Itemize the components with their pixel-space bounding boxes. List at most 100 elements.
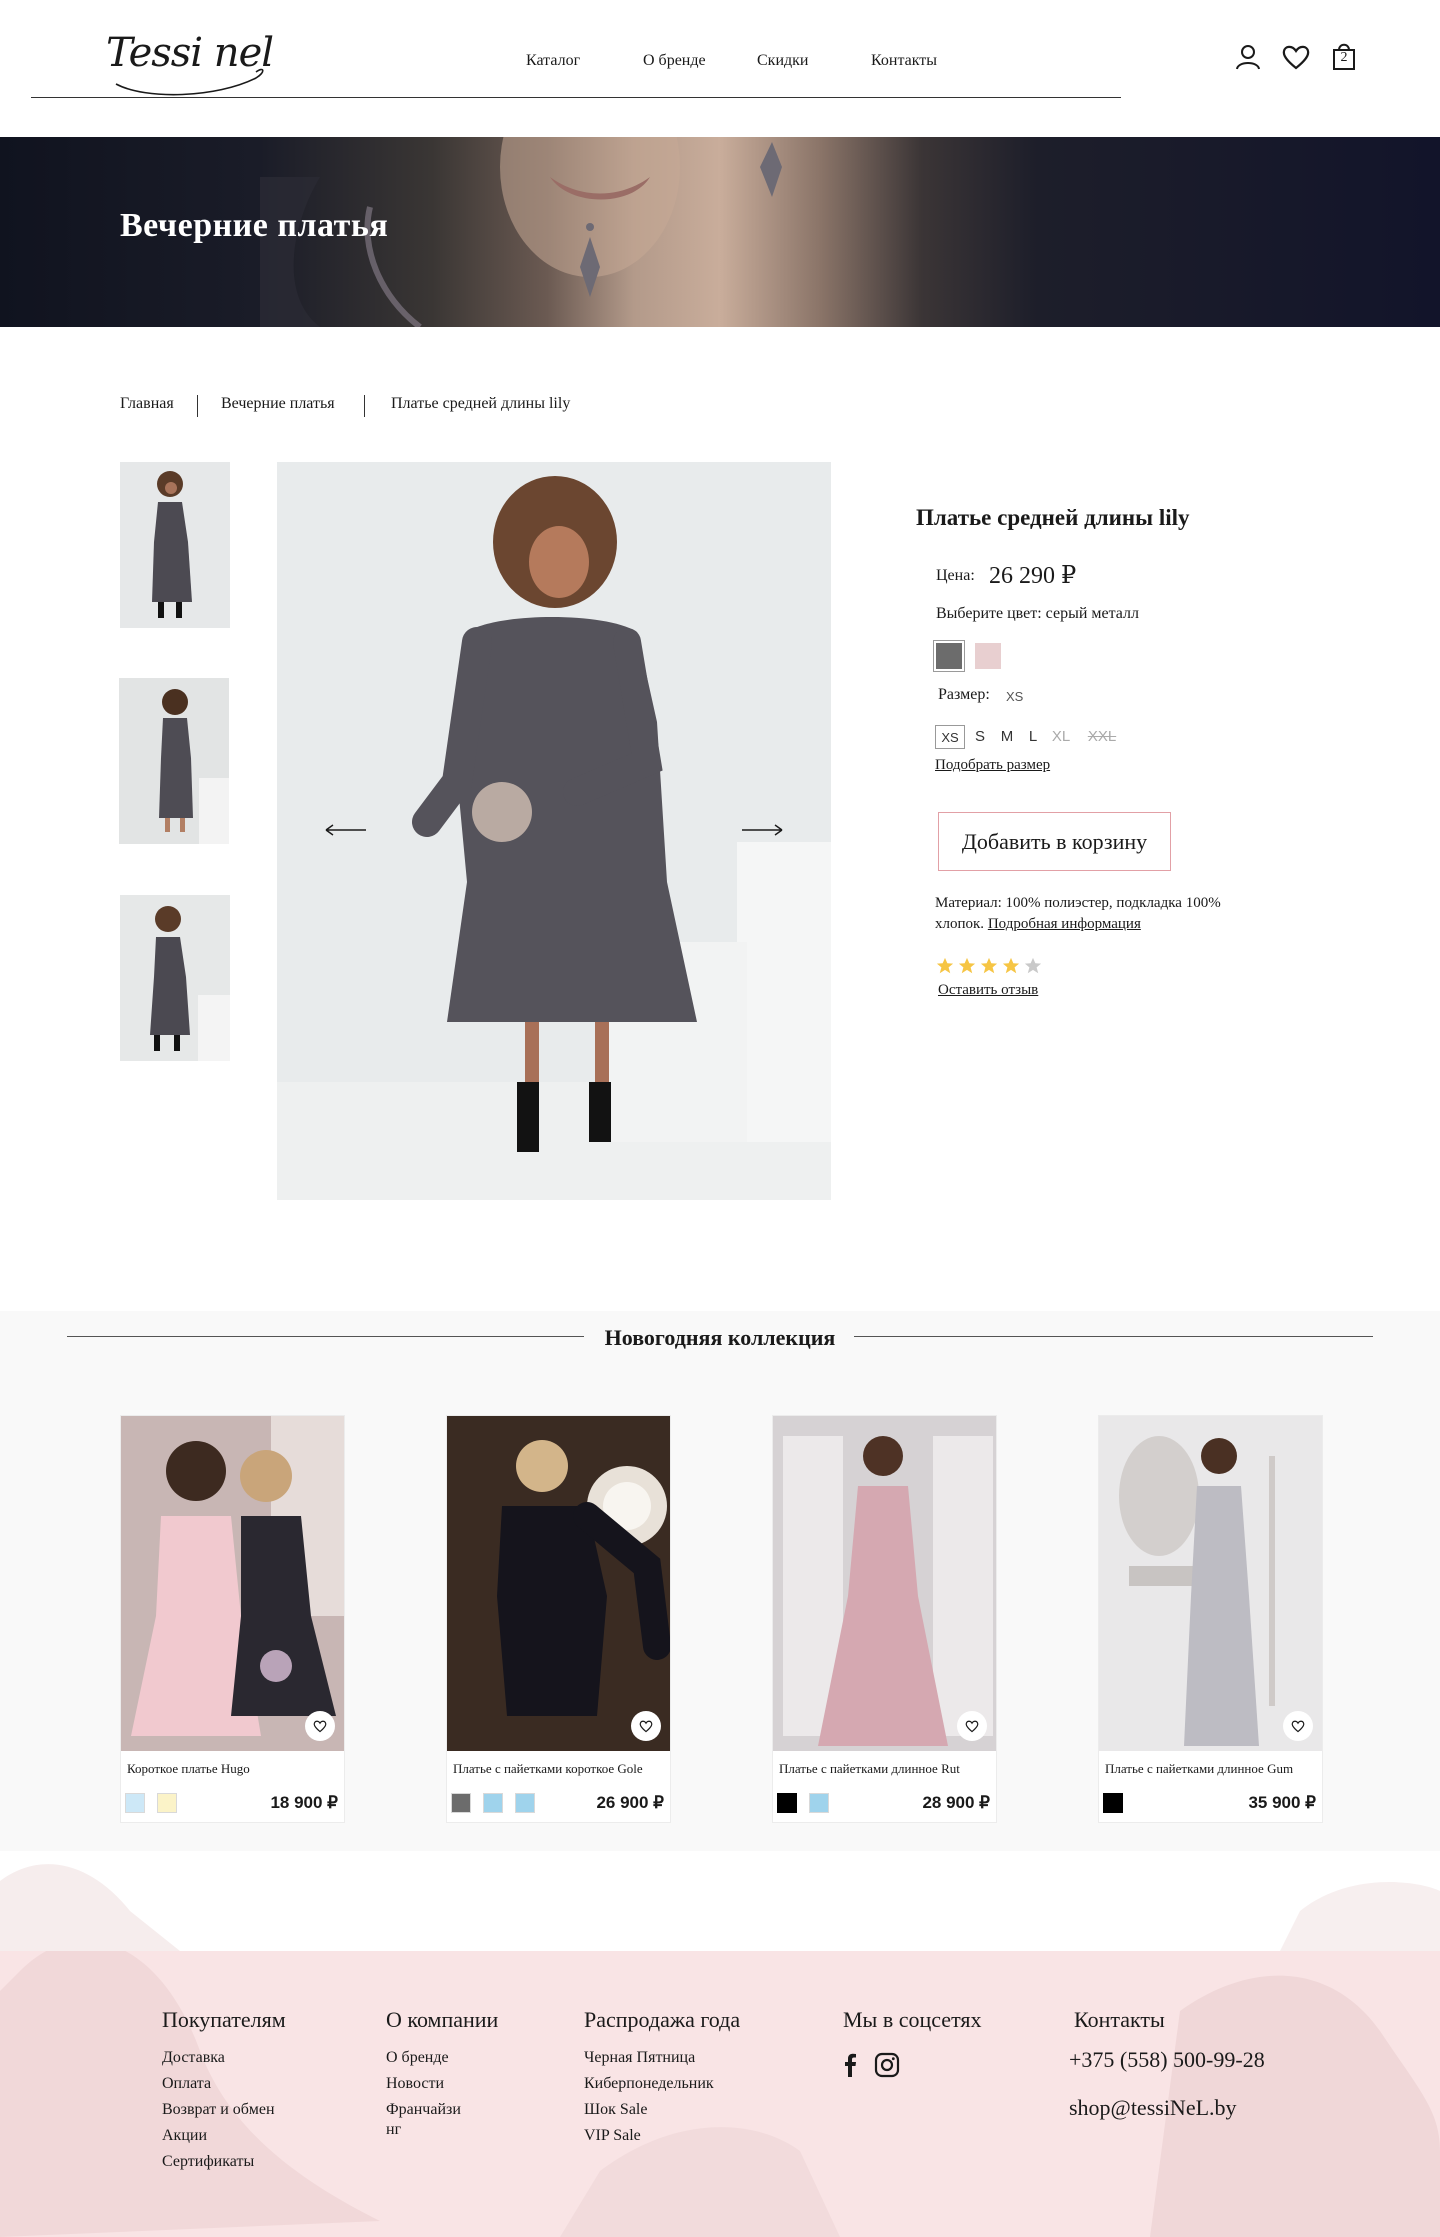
instagram-icon[interactable] [874,2052,900,2083]
size-selected-value: XS [1006,689,1024,704]
size-option-xs[interactable]: XS [935,725,965,749]
breadcrumb-current: Платье средней длины lily [391,395,571,412]
product-card-name[interactable]: Платье с пайетками длинное Gum [1105,1761,1293,1777]
star-icon[interactable] [1002,957,1020,975]
thumbnail-side[interactable] [120,895,230,1061]
footer-col-social: Мы в соцсетях [843,2007,982,2045]
product-card-image[interactable] [121,1416,344,1751]
size-option-l[interactable]: L [1027,725,1039,749]
product-price: 26 290 ₽ [989,563,1077,589]
size-guide-link[interactable]: Подобрать размер [935,757,1050,774]
star-icon[interactable] [958,957,976,975]
footer-link-certificates[interactable]: Сертификаты [162,2149,286,2175]
footer-link-black-friday[interactable]: Черная Пятница [584,2045,740,2071]
color-swatch[interactable] [515,1793,535,1813]
size-label: Размер: [938,686,990,703]
product-card-image[interactable] [773,1416,996,1751]
color-swatch[interactable] [483,1793,503,1813]
product-card[interactable]: Платье с пайетками длинное Rut 28 900 ₽ [772,1415,997,1823]
cart-icon[interactable]: 2 [1328,40,1360,74]
product-card-name[interactable]: Платье с пайетками короткое Gole [453,1761,643,1777]
footer-decoration [0,1851,1440,1951]
heart-icon[interactable] [1280,40,1312,74]
heart-icon [639,1720,653,1733]
size-option-xl[interactable]: XL [1051,725,1071,749]
footer-link-franchise[interactable]: Франчайзи [386,2100,498,2120]
hero-banner: Вечерние платья [0,137,1440,327]
product-card-price: 18 900 ₽ [270,1793,338,1812]
color-swatch[interactable] [777,1793,797,1813]
breadcrumb-separator [197,395,198,417]
page-title: Вечерние платья [120,207,389,244]
footer-link-franchise-suffix[interactable]: нг [386,2120,498,2140]
product-card-name[interactable]: Платье с пайетками длинное Rut [779,1761,960,1777]
favorite-button[interactable] [631,1711,661,1741]
star-icon[interactable] [980,957,998,975]
nav-catalog[interactable]: Каталог [526,52,580,70]
footer-link-shock-sale[interactable]: Шок Sale [584,2097,740,2123]
product-card[interactable]: Платье с пайетками короткое Gole 26 900 … [446,1415,671,1823]
heart-icon [965,1720,979,1733]
leave-review-link[interactable]: Оставить отзыв [938,982,1038,999]
color-swatch[interactable] [157,1793,177,1813]
material-details-link[interactable]: Подробная информация [988,916,1141,932]
logo[interactable]: Tessi nel [106,26,276,98]
nav-discounts[interactable]: Скидки [757,52,808,70]
footer-link-cyber-monday[interactable]: Киберпонедельник [584,2071,740,2097]
product-card-image[interactable] [447,1416,670,1751]
user-icon[interactable] [1232,40,1264,74]
size-option-s[interactable]: S [973,725,987,749]
color-swatch[interactable] [1103,1793,1123,1813]
footer-col-contacts: Контакты [1074,2007,1165,2045]
breadcrumb-home[interactable]: Главная [120,395,174,413]
new-year-collection: Новогодняя коллекция Короткое платье Hug… [0,1311,1440,1851]
product-card-price: 28 900 ₽ [922,1793,990,1812]
section-title: Новогодняя коллекция [604,1325,836,1350]
product-card-price: 35 900 ₽ [1248,1793,1316,1812]
color-swatch-grey[interactable] [933,640,965,672]
footer-col-customers: Покупателям Доставка Оплата Возврат и об… [162,2007,286,2175]
favorite-button[interactable] [957,1711,987,1741]
price-label: Цена: [936,567,975,584]
gallery-next-arrow-icon[interactable] [740,820,784,840]
breadcrumb-category[interactable]: Вечерние платья [221,395,335,413]
color-swatch[interactable] [451,1793,471,1813]
nav-contacts[interactable]: Контакты [871,52,937,70]
star-icon[interactable] [936,957,954,975]
product-title: Платье средней длины lily [916,505,1190,530]
footer-link-promotions[interactable]: Акции [162,2123,286,2149]
footer-link-returns[interactable]: Возврат и обмен [162,2097,286,2123]
color-swatch[interactable] [125,1793,145,1813]
facebook-icon[interactable] [843,2053,857,2082]
color-swatch[interactable] [809,1793,829,1813]
favorite-button[interactable] [305,1711,335,1741]
star-icon[interactable] [1024,957,1042,975]
product-card-image[interactable] [1099,1416,1322,1751]
heart-icon [1291,1720,1305,1733]
footer-phone[interactable]: +375 (558) 500-99-28 [1069,2047,1265,2073]
footer-link-news[interactable]: Новости [386,2071,498,2097]
footer-col-company: О компании О бренде Новости Франчайзи нг [386,2007,498,2140]
footer-link-payment[interactable]: Оплата [162,2071,286,2097]
thumbnail-front[interactable] [120,462,230,628]
color-swatch-pink[interactable] [975,643,1001,669]
thumbnail-back[interactable] [119,678,229,844]
product-card[interactable]: Платье с пайетками длинное Gum 35 900 ₽ [1098,1415,1323,1823]
footer-link-about-brand[interactable]: О бренде [386,2045,498,2071]
product-card-name[interactable]: Короткое платье Hugo [127,1761,250,1777]
footer-email[interactable]: shop@tessiNeL.by [1069,2095,1237,2121]
footer-heading: О компании [386,2007,499,2032]
gallery-prev-arrow-icon[interactable] [324,820,368,840]
product-card[interactable]: Короткое платье Hugo 18 900 ₽ [120,1415,345,1823]
heart-icon [313,1720,327,1733]
size-option-m[interactable]: M [999,725,1015,749]
footer-heading: Покупателям [162,2007,286,2032]
cart-count-badge: 2 [1340,50,1348,65]
footer-heading: Мы в соцсетях [843,2007,982,2032]
footer-link-vip-sale[interactable]: VIP Sale [584,2123,740,2149]
product-card-price: 26 900 ₽ [596,1793,664,1812]
add-to-cart-button[interactable]: Добавить в корзину [938,812,1171,871]
nav-about-brand[interactable]: О бренде [643,52,706,70]
favorite-button[interactable] [1283,1711,1313,1741]
footer-link-delivery[interactable]: Доставка [162,2045,286,2071]
